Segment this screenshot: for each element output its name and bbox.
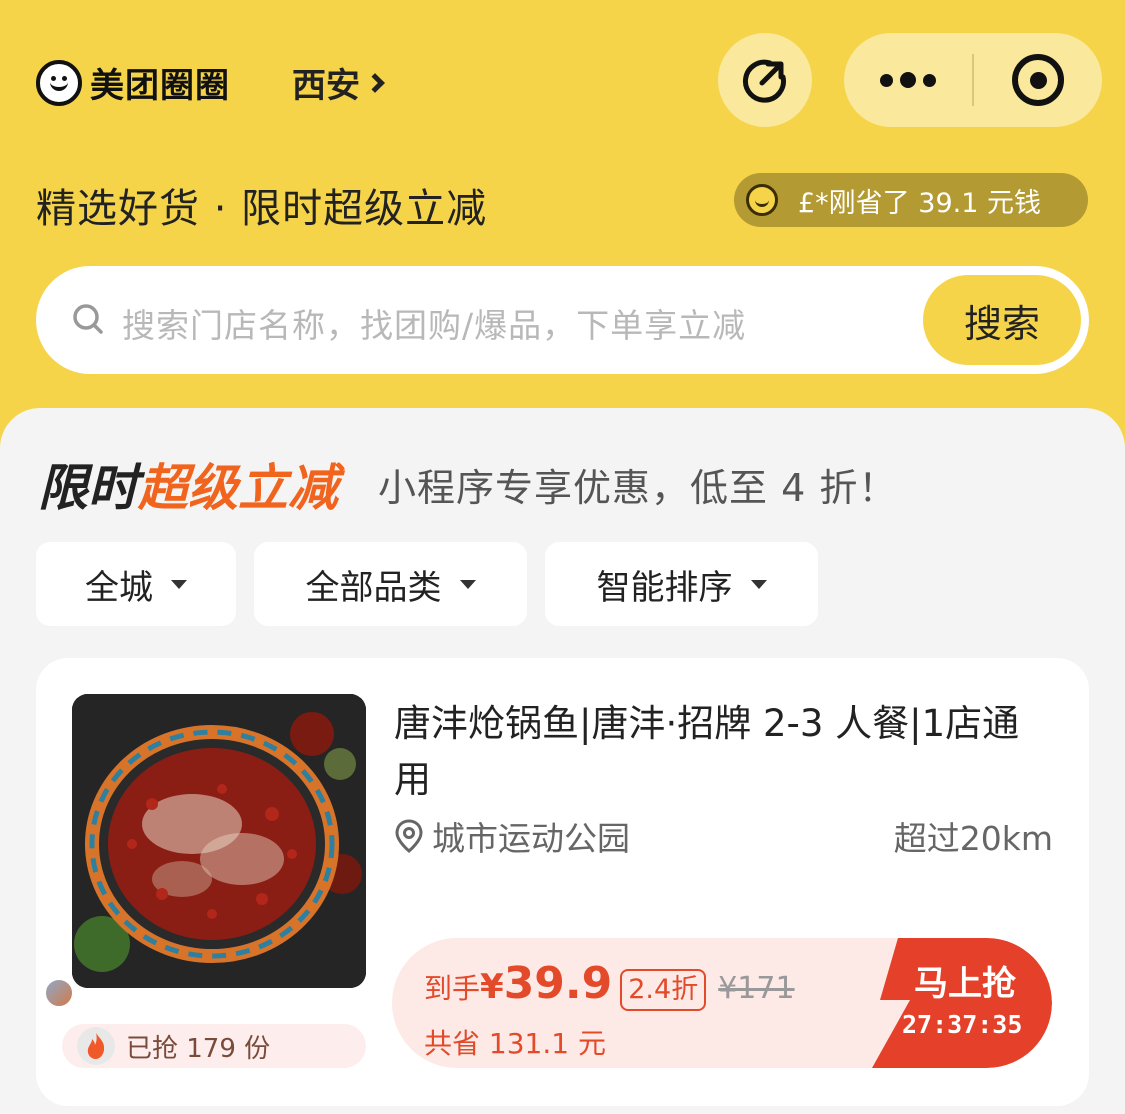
- filter-category[interactable]: 全部品类: [254, 542, 527, 626]
- smile-logo-icon: [36, 59, 82, 106]
- grab-now-button[interactable]: 马上抢 27:37:35: [872, 938, 1052, 1068]
- promo-header: 限时 超级立减 小程序专享优惠，低至 4 折！: [38, 448, 897, 520]
- grab-now-label: 马上抢: [914, 964, 1016, 1004]
- price-bar[interactable]: 到手 ¥ 39.9 2.4折 ¥171 共省 131.1 元 马上抢 27:37…: [392, 938, 1052, 1068]
- deal-location-text: 城市运动公园: [432, 819, 630, 858]
- sold-count-badge: 已抢 179 份: [62, 1024, 366, 1068]
- search-button[interactable]: 搜索: [923, 275, 1081, 365]
- page-slogan: 精选好货 · 限时超级立减: [36, 186, 488, 232]
- filter-area[interactable]: 全城: [36, 542, 236, 626]
- savings-ticker: £*刚省了 39.1 元钱: [734, 173, 1088, 227]
- more-dots-icon: [880, 73, 893, 87]
- promo-title-orange: 超级立减: [138, 459, 338, 517]
- caret-down-icon: [750, 579, 767, 589]
- total-saved: 共省 131.1 元: [424, 1027, 606, 1060]
- deal-title[interactable]: 唐沣炝锅鱼|唐沣·招牌 2-3 人餐|1店通用: [394, 696, 1044, 808]
- share-button[interactable]: [718, 33, 812, 127]
- filter-area-label: 全城: [85, 567, 153, 608]
- city-selector[interactable]: 西安: [292, 58, 385, 107]
- search-bar: 搜索门店名称，找团购/爆品，下单享立减 搜索: [36, 266, 1089, 374]
- chevron-right-icon: [365, 72, 385, 93]
- deal-location: 城市运动公园: [394, 812, 630, 860]
- filter-category-label: 全部品类: [305, 567, 442, 608]
- deal-card[interactable]: 已抢 179 份 唐沣炝锅鱼|唐沣·招牌 2-3 人餐|1店通用 城市运动公园 …: [36, 658, 1089, 1106]
- location-pin-icon: [395, 819, 423, 853]
- deal-price: 39.9: [503, 958, 613, 1009]
- countdown-timer: 27:37:35: [902, 1010, 1023, 1039]
- original-price: ¥171: [718, 971, 795, 1006]
- search-icon: [73, 304, 103, 334]
- brand-logo: 美团圈圈: [36, 58, 230, 107]
- currency-symbol: ¥: [480, 967, 504, 1007]
- price-prefix: 到手: [424, 972, 481, 1005]
- more-button[interactable]: [844, 72, 972, 88]
- avatar-smile-icon: [746, 184, 778, 216]
- deal-image[interactable]: [72, 694, 366, 988]
- target-icon: [1012, 54, 1064, 106]
- mini-program-capsule: [844, 33, 1102, 127]
- filter-sort-label: 智能排序: [596, 567, 733, 608]
- caret-down-icon: [459, 579, 476, 589]
- filter-sort[interactable]: 智能排序: [545, 542, 818, 626]
- share-icon: [742, 59, 786, 103]
- deal-distance: 超过20km: [893, 819, 1053, 858]
- promo-subtitle: 小程序专享优惠，低至 4 折！: [378, 465, 898, 510]
- filter-bar: 全城 全部品类 智能排序: [36, 542, 818, 626]
- sold-count-text: 已抢 179 份: [126, 1033, 271, 1064]
- caret-down-icon: [171, 579, 187, 589]
- search-input[interactable]: 搜索门店名称，找团购/爆品，下单享立减: [122, 299, 746, 347]
- deals-panel: 限时 超级立减 小程序专享优惠，低至 4 折！ 全城 全部品类 智能排序 已抢 …: [0, 408, 1125, 1114]
- brand-name: 美团圈圈: [90, 66, 230, 106]
- discount-badge: 2.4折: [620, 969, 707, 1011]
- city-label: 西安: [292, 66, 360, 106]
- price-row: 到手 ¥ 39.9 2.4折 ¥171: [424, 958, 795, 1011]
- promo-title-black: 限时: [38, 459, 138, 517]
- fish-hotpot-image: [72, 694, 366, 988]
- buyer-avatar: [44, 978, 74, 1008]
- close-mini-program-button[interactable]: [974, 54, 1102, 106]
- top-bar: 美团圈圈 西安: [0, 0, 1125, 160]
- fire-icon: [77, 1027, 115, 1065]
- savings-ticker-text: £*刚省了 39.1 元钱: [798, 187, 1041, 219]
